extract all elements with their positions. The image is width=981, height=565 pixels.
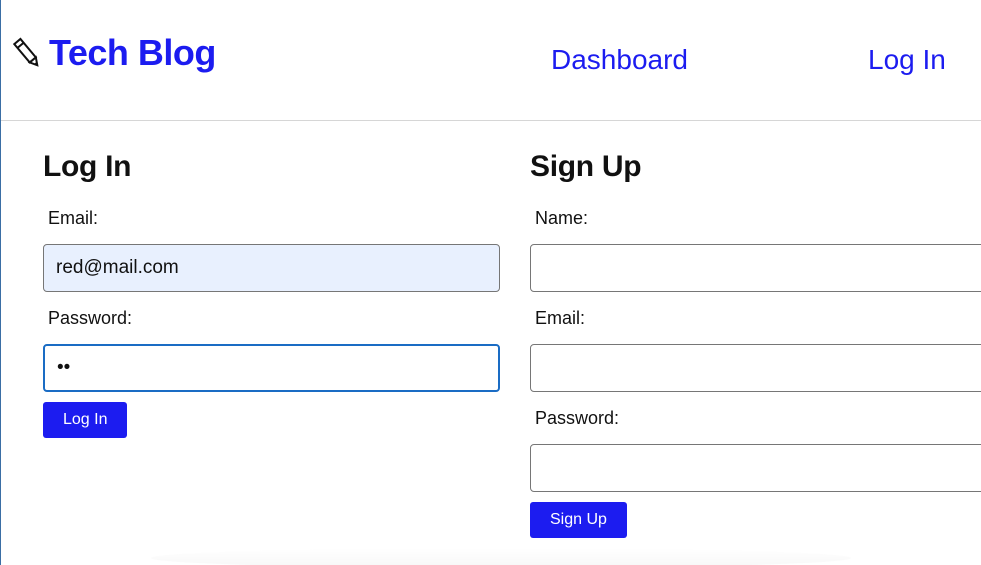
signup-name-input[interactable] [530, 244, 981, 292]
signup-password-input[interactable] [530, 444, 981, 492]
brand-link[interactable]: Tech Blog [12, 32, 216, 74]
bottom-shadow [151, 548, 851, 565]
nav-dashboard-link[interactable]: Dashboard [551, 44, 688, 76]
login-password-label: Password: [48, 308, 133, 328]
login-title: Log In [43, 150, 132, 183]
login-panel: Log In Email: Password: Log In [43, 150, 500, 438]
pencil-icon [12, 36, 41, 70]
signup-submit-button[interactable]: Sign Up [530, 502, 627, 538]
login-password-input[interactable] [43, 344, 500, 392]
signup-password-label: Password: [535, 408, 620, 428]
signup-name-label: Name: [535, 208, 589, 228]
brand-title: Tech Blog [49, 32, 216, 73]
login-submit-button[interactable]: Log In [43, 402, 128, 438]
login-email-input[interactable] [43, 244, 500, 292]
nav-login-link[interactable]: Log In [868, 44, 946, 76]
page: Tech Blog Dashboard Log In Log In Email:… [0, 0, 981, 565]
signup-email-label: Email: [535, 308, 586, 328]
signup-email-input[interactable] [530, 344, 981, 392]
signup-panel: Sign Up Name: Email: Password: Sign Up [530, 150, 981, 538]
signup-title: Sign Up [530, 150, 642, 183]
site-header: Tech Blog Dashboard Log In [1, 0, 981, 121]
login-email-label: Email: [48, 208, 99, 228]
